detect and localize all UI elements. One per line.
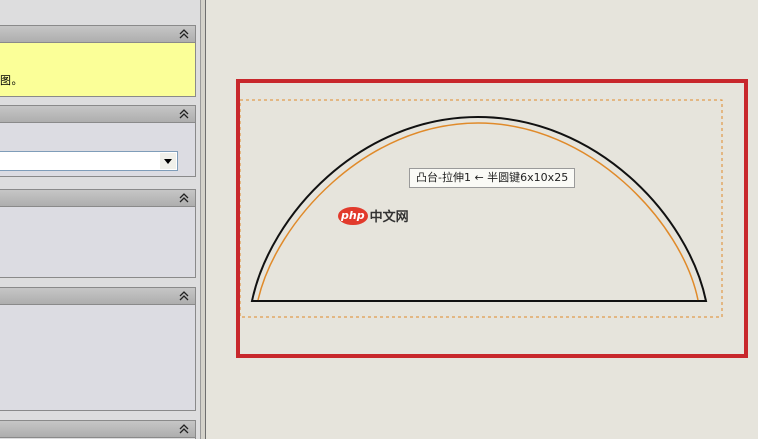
watermark-badge: php [338, 206, 368, 225]
watermark-text: 中文网 [369, 210, 409, 225]
highlight-frame [236, 79, 748, 358]
watermark-logo: php 中文网 [338, 206, 409, 225]
feature-tooltip: 凸台-拉伸1 ← 半圆键6x10x25 [409, 168, 576, 188]
